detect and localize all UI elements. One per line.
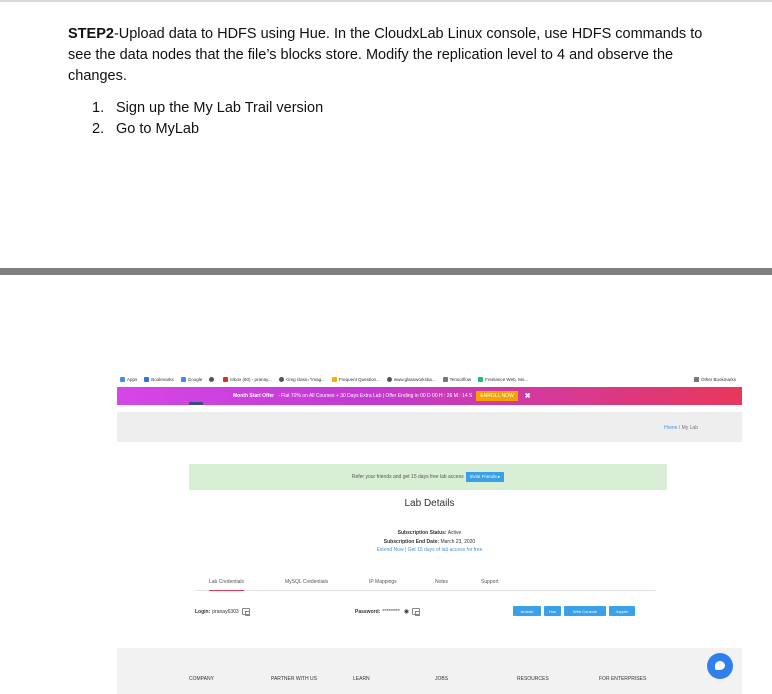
tab-lab-credentials[interactable]: Lab Credentials — [209, 579, 245, 591]
bookmark-bookmarks[interactable]: Bookmarks — [144, 376, 174, 382]
web-console-button[interactable]: Web Console — [564, 606, 606, 616]
status-label: Subscription Status: — [397, 530, 447, 536]
bookmark-frequent-questions[interactable]: Frequent Question... — [331, 376, 380, 382]
copy-icon[interactable] — [412, 608, 421, 616]
end-date-label: Subscription End Date: — [383, 538, 440, 545]
password-label: Password: — [355, 608, 381, 615]
list-item: 1. Sign up the My Lab Trail version — [92, 98, 323, 119]
breadcrumb-bar: Home / My Lab — [117, 412, 742, 442]
step-paragraph: STEP2-Upload data to HDFS using Hue. In … — [68, 24, 708, 87]
globe-icon — [209, 376, 215, 382]
document-top-border — [0, 0, 772, 2]
gmail-icon — [223, 376, 229, 382]
footer-resources-link[interactable]: RESOURCES — [517, 676, 549, 682]
footer-jobs-link[interactable]: JOBS — [435, 676, 448, 682]
site-footer: COMPANY PARTNER WITH US LEARN JOBS RESOU… — [117, 648, 742, 694]
apps-grid-icon — [120, 376, 125, 382]
footer-learn-link[interactable]: LEARN — [353, 676, 370, 682]
invite-friends-button[interactable]: Invite Friends ▸ — [465, 472, 505, 482]
copy-icon[interactable] — [241, 608, 250, 616]
bookmark-img-class[interactable]: <img class="imag... — [278, 376, 325, 382]
eye-icon[interactable]: ◉ — [404, 608, 409, 615]
site-logo — [189, 402, 203, 405]
breadcrumb-current: My Lab — [681, 425, 698, 431]
extend-now-link[interactable]: Extend Now — [377, 547, 404, 553]
password-value: ********* — [382, 608, 400, 615]
embedded-screenshot: Apps Bookmarks Google Inbox (60) - prana… — [117, 372, 742, 694]
password-field: Password: ********* ◉ — [355, 608, 421, 616]
enroll-now-button[interactable]: ENROLL NOW — [476, 391, 518, 401]
promo-text: - Flat 70% on All Courses + 30 Days Extr… — [278, 393, 473, 399]
lab-tabs: Lab Credentials MySQL Credentials IP Map… — [195, 571, 655, 591]
star-icon — [144, 376, 150, 382]
pencil-icon — [331, 376, 337, 382]
footer-partner-link[interactable]: PARTNER WITH US — [271, 676, 317, 682]
status-value: Active — [447, 530, 462, 536]
referral-text: Refer your friends and get 15 days free … — [351, 474, 464, 480]
referral-banner: Refer your friends and get 15 days free … — [189, 464, 667, 490]
tab-mysql-credentials[interactable]: MySQL Credentials — [285, 579, 328, 585]
close-icon[interactable]: ✖ — [525, 392, 531, 400]
list-item-number: 2. — [92, 121, 105, 137]
hue-button[interactable]: Hue — [544, 606, 561, 616]
bookmarks-bar: Apps Bookmarks Google Inbox (60) - prana… — [117, 372, 742, 386]
tab-notes[interactable]: Notes — [435, 579, 448, 585]
promo-banner: Month Start Offer - Flat 70% on All Cour… — [117, 387, 742, 405]
footer-enterprises-link[interactable]: FOR ENTERPRISES — [599, 676, 646, 682]
chat-icon[interactable] — [707, 653, 733, 679]
breadcrumb-home-link[interactable]: Home — [664, 425, 677, 431]
step-text: -Upload data to HDFS using Hue. In the C… — [68, 26, 703, 84]
footer-company-link[interactable]: COMPANY — [189, 676, 214, 682]
bookmark-inbox[interactable]: Inbox (60) - pranay... — [223, 376, 272, 382]
list-item: 2. Go to MyLab — [92, 119, 323, 140]
jupyter-button[interactable]: Jupyter — [609, 606, 635, 616]
bookmark-freelance[interactable]: Freelance Web, Mo... — [478, 376, 528, 382]
bookmark-glassworks[interactable]: www.glassworksba... — [386, 376, 436, 382]
lab-details-title: Lab Details — [404, 498, 455, 509]
bookmark-apps[interactable]: Apps — [120, 376, 137, 382]
globe-icon — [386, 376, 392, 382]
login-field: Login: pranay6303 — [195, 608, 250, 616]
list-item-text: Go to MyLab — [116, 121, 200, 137]
folder-icon — [693, 376, 699, 382]
freelance-icon — [478, 376, 484, 382]
bookmark-globe[interactable] — [209, 376, 216, 382]
other-bookmarks[interactable]: Other Bookmarks — [693, 372, 736, 386]
breadcrumb: Home / My Lab — [664, 425, 698, 431]
page-break — [0, 268, 772, 275]
tab-support[interactable]: Support — [481, 579, 499, 585]
credentials-row: Login: pranay6303 Password: ********* ◉ … — [117, 603, 742, 623]
list-item-text: Sign up the My Lab Trail version — [116, 100, 324, 116]
globe-icon — [278, 376, 284, 382]
promo-title: Month Start Offer — [233, 393, 275, 399]
bookmark-google[interactable]: Google — [180, 376, 202, 382]
login-label: Login: — [195, 608, 211, 615]
google-icon — [180, 376, 186, 382]
folder-icon — [442, 376, 448, 382]
free-access-link[interactable]: Get 15 days of lab access for free — [408, 547, 483, 553]
list-item-number: 1. — [92, 100, 105, 116]
step-list: 1. Sign up the My Lab Trail version 2. Go … — [92, 98, 323, 140]
step-label: STEP2 — [68, 26, 114, 42]
subscription-info: Subscription Status: Active Subscription… — [376, 530, 483, 553]
login-value: pranay6303 — [212, 608, 239, 615]
bookmark-tensorflow[interactable]: Tensorflow — [442, 376, 471, 382]
ambari-button[interactable]: Ambari — [513, 606, 541, 616]
tab-ip-mappings[interactable]: IP Mappings — [369, 579, 397, 585]
end-date-value: March 23, 2020 — [440, 538, 476, 545]
